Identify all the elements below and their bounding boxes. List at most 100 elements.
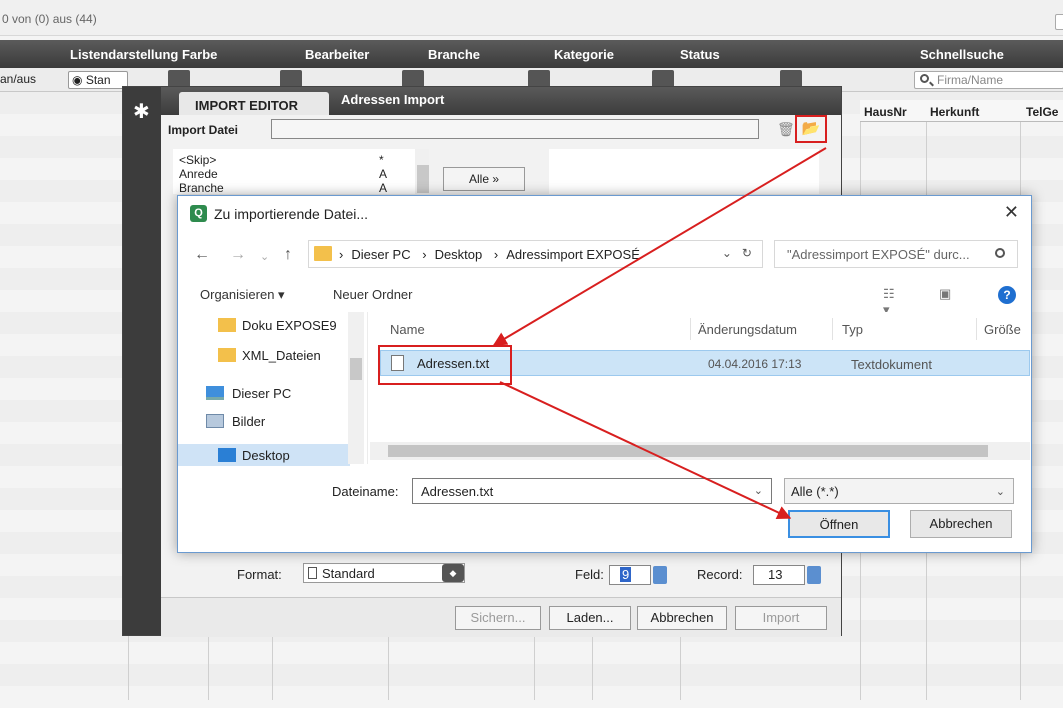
header-kategorie[interactable]: Kategorie bbox=[554, 47, 614, 62]
header-branche[interactable]: Branche bbox=[428, 47, 480, 62]
import-button[interactable]: Import bbox=[735, 606, 827, 630]
field-name: Anrede bbox=[179, 167, 218, 181]
column-herkunft[interactable]: Herkunft bbox=[930, 105, 979, 119]
field-name: <Skip> bbox=[179, 153, 217, 167]
file-open-dialog: Q Zu importierende Datei... ✕ ← → ⌄ ↑ › D… bbox=[177, 195, 1032, 553]
top-status-bar: 0 von (0) aus (44) bbox=[0, 0, 1063, 36]
editor-button-bar: Sichern... Laden... Abbrechen Import bbox=[161, 597, 841, 637]
field-list-scrollbar[interactable] bbox=[415, 149, 429, 194]
cancel-button[interactable]: Abbrechen bbox=[637, 606, 727, 630]
record-stepper[interactable] bbox=[807, 566, 821, 584]
organize-button[interactable]: Organisieren ▾ bbox=[200, 287, 285, 303]
file-list-hscrollbar[interactable] bbox=[370, 442, 1030, 460]
scrollbar-thumb[interactable] bbox=[417, 165, 429, 193]
window-corner-button[interactable] bbox=[1055, 14, 1063, 30]
column-size[interactable]: Größe bbox=[984, 322, 1021, 337]
new-folder-button[interactable]: Neuer Ordner bbox=[333, 287, 412, 302]
scrollbar-thumb[interactable] bbox=[388, 445, 988, 457]
field-name: Branche bbox=[179, 181, 224, 195]
filter-onoff-label: an/aus bbox=[0, 72, 37, 86]
import-file-label: Import Datei bbox=[168, 123, 239, 137]
feld-value: 9 bbox=[620, 567, 632, 582]
tree-item-doku[interactable]: Doku EXPOSE9 bbox=[242, 318, 337, 333]
recent-chevron-icon[interactable]: ⌄ bbox=[260, 250, 269, 263]
chevron-down-icon[interactable]: ⌄ bbox=[754, 484, 763, 497]
grid-column-header: HausNr Herkunft TelGe bbox=[860, 100, 1063, 122]
header-bearbeiter[interactable]: Bearbeiter bbox=[305, 47, 369, 62]
dialog-search-input[interactable]: "Adressimport EXPOSÉ" durc... bbox=[774, 240, 1018, 268]
chevron-updown-icon: ◆ bbox=[442, 564, 464, 582]
desktop-icon bbox=[218, 448, 236, 462]
back-icon[interactable]: ← bbox=[194, 246, 210, 264]
search-icon bbox=[995, 248, 1005, 258]
column-date[interactable]: Änderungsdatum bbox=[698, 322, 797, 337]
column-separator[interactable] bbox=[690, 318, 691, 340]
column-separator[interactable] bbox=[976, 318, 977, 340]
table-row bbox=[0, 686, 1063, 708]
format-value: Standard bbox=[322, 566, 375, 581]
computer-icon bbox=[206, 386, 224, 400]
folder-icon bbox=[314, 246, 332, 261]
close-icon[interactable]: ✕ bbox=[1004, 202, 1019, 223]
list-item[interactable]: Branche A bbox=[179, 181, 387, 195]
file-date: 04.04.2016 17:13 bbox=[708, 357, 802, 371]
scrollbar-thumb[interactable] bbox=[350, 358, 362, 380]
dialog-search-placeholder: "Adressimport EXPOSÉ" durc... bbox=[787, 247, 970, 262]
file-highlight-annotation bbox=[378, 345, 512, 385]
forward-icon[interactable]: → bbox=[230, 246, 246, 264]
folder-icon bbox=[218, 318, 236, 332]
app-logo-icon: Q bbox=[190, 205, 207, 222]
breadcrumb-dieser-pc[interactable]: Dieser PC bbox=[351, 247, 410, 262]
trash-icon[interactable]: 🗑 bbox=[777, 121, 795, 138]
record-input[interactable]: 13 bbox=[753, 565, 805, 585]
dialog-cancel-button[interactable]: Abbrechen bbox=[910, 510, 1012, 538]
tab-import-editor[interactable]: IMPORT EDITOR bbox=[179, 92, 329, 115]
field-code: * bbox=[379, 153, 384, 167]
record-label: Record: bbox=[697, 567, 743, 582]
list-item[interactable]: Anrede A bbox=[179, 167, 387, 181]
quick-search-input[interactable]: Firma/Name bbox=[914, 71, 1063, 89]
help-icon[interactable]: ? bbox=[998, 286, 1016, 304]
open-file-button[interactable]: 📂 bbox=[795, 115, 827, 143]
feld-input[interactable]: 9 bbox=[609, 565, 651, 585]
tree-item-desktop[interactable]: Desktop bbox=[242, 448, 290, 463]
address-bar[interactable]: › Dieser PC › Desktop › Adressimport EXPOSÉ… bbox=[308, 240, 763, 268]
editor-sidebar: ✱ bbox=[123, 87, 161, 635]
column-name[interactable]: Name bbox=[390, 322, 425, 337]
up-icon[interactable]: ↑ bbox=[284, 246, 292, 264]
save-button[interactable]: Sichern... bbox=[455, 606, 541, 630]
preview-pane-icon[interactable]: ▣ bbox=[939, 286, 951, 302]
open-button[interactable]: Öffnen bbox=[788, 510, 890, 538]
feld-stepper[interactable] bbox=[653, 566, 667, 584]
tree-item-dieser-pc[interactable]: Dieser PC bbox=[232, 386, 291, 401]
filename-value: Adressen.txt bbox=[421, 484, 494, 499]
header-status[interactable]: Status bbox=[680, 47, 720, 62]
add-all-button[interactable]: Alle » bbox=[443, 167, 525, 191]
format-select[interactable]: Standard ◆ bbox=[303, 563, 465, 583]
tree-scrollbar[interactable] bbox=[348, 312, 364, 464]
quick-search-placeholder: Firma/Name bbox=[937, 73, 1004, 87]
header-schnellsuche: Schnellsuche bbox=[920, 47, 1004, 62]
load-button[interactable]: Laden... bbox=[549, 606, 631, 630]
import-file-input[interactable] bbox=[271, 119, 759, 139]
standard-filter-button[interactable]: ◉ Stan bbox=[68, 71, 128, 89]
file-type: Textdokument bbox=[851, 357, 932, 372]
tree-item-xml[interactable]: XML_Dateien bbox=[242, 348, 321, 363]
column-separator[interactable] bbox=[832, 318, 833, 340]
column-telge[interactable]: TelGe bbox=[1026, 105, 1058, 119]
breadcrumb-desktop[interactable]: Desktop bbox=[435, 247, 483, 262]
format-label: Format: bbox=[237, 567, 282, 582]
navigation-tree: Doku EXPOSE9 XML_Dateien Dieser PC Bilde… bbox=[178, 312, 368, 466]
standard-filter-label: Stan bbox=[85, 73, 111, 87]
column-hausnr[interactable]: HausNr bbox=[864, 105, 907, 119]
column-type[interactable]: Typ bbox=[842, 322, 863, 337]
breadcrumb-adressimport[interactable]: Adressimport EXPOSÉ bbox=[506, 247, 640, 262]
filename-input[interactable]: Adressen.txt ⌄ bbox=[412, 478, 772, 504]
gear-icon[interactable]: ✱ bbox=[133, 99, 150, 124]
refresh-icon[interactable]: ⌄ ↻ bbox=[722, 246, 752, 260]
header-listendarstellung[interactable]: Listendarstellung Farbe bbox=[70, 47, 217, 62]
folder-icon bbox=[218, 348, 236, 362]
tree-item-bilder[interactable]: Bilder bbox=[232, 414, 265, 429]
list-item[interactable]: <Skip> * bbox=[179, 153, 384, 167]
filetype-select[interactable]: Alle (*.*) ⌄ bbox=[784, 478, 1014, 504]
